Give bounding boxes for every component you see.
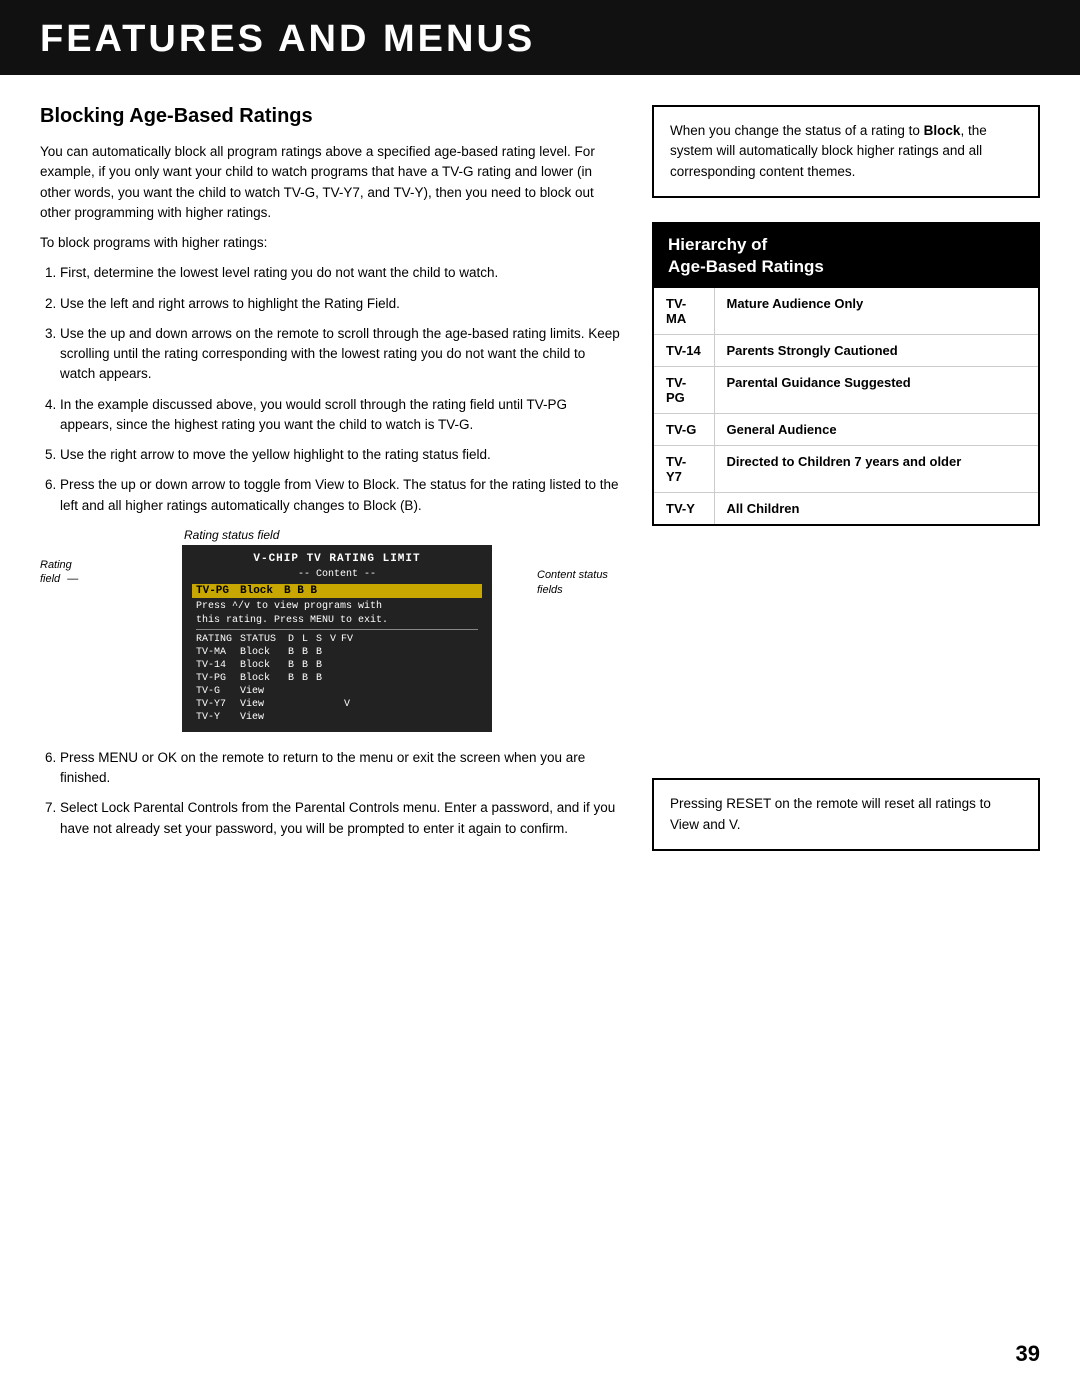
hierarchy-box: Hierarchy of Age-Based Ratings TV-MAMatu…: [652, 222, 1040, 526]
info-line2: this rating. Press MENU to exit.: [192, 615, 482, 626]
highlight-cols: B B B: [284, 585, 317, 597]
table-row: TV-YView: [192, 711, 482, 724]
table-row: TV-GView: [192, 685, 482, 698]
rating-code: TV-G: [654, 413, 714, 445]
content-status-label: Content statusfields: [537, 568, 622, 599]
left-column: Blocking Age-Based Ratings You can autom…: [40, 105, 622, 851]
step-5: Use the right arrow to move the yellow h…: [60, 445, 622, 465]
step-4: In the example discussed above, you woul…: [60, 395, 622, 436]
table-row: TV-14Block BBB: [192, 659, 482, 672]
rating-description: Directed to Children 7 years and older: [714, 445, 1038, 492]
table-row: TV-PGBlock BBB: [192, 672, 482, 685]
table-row: TV-MABlock BBB: [192, 646, 482, 659]
main-content: Blocking Age-Based Ratings You can autom…: [0, 105, 1080, 851]
hierarchy-row: TV-PGParental Guidance Suggested: [654, 366, 1038, 413]
right-column: When you change the status of a rating t…: [652, 105, 1040, 851]
table-row: TV-Y7View V: [192, 698, 482, 711]
separator: [196, 629, 478, 630]
intro-paragraph: You can automatically block all program …: [40, 142, 622, 223]
steps-list-continued: Press MENU or OK on the remote to return…: [60, 748, 622, 839]
step-2: Use the left and right arrows to highlig…: [60, 294, 622, 314]
hierarchy-row: TV-GGeneral Audience: [654, 413, 1038, 445]
step-1: First, determine the lowest level rating…: [60, 263, 622, 283]
screen-title: V-CHIP TV RATING LIMIT: [192, 553, 482, 565]
info-line1: Press ^/v to view programs with: [192, 601, 482, 612]
step-5b: Press the up or down arrow to toggle fro…: [60, 475, 622, 516]
diagram-label-top: Rating status field: [184, 528, 532, 542]
rating-description: Parental Guidance Suggested: [714, 366, 1038, 413]
rating-code: TV-PG: [654, 366, 714, 413]
hierarchy-header: Hierarchy of Age-Based Ratings: [654, 224, 1038, 288]
hierarchy-table: TV-MAMature Audience OnlyTV-14Parents St…: [654, 288, 1038, 524]
rating-field-label: Ratingfield —: [40, 558, 105, 587]
reset-note-box: Pressing RESET on the remote will reset …: [652, 778, 1040, 851]
page-header: FEATURES AND MENUS: [0, 0, 1080, 75]
hierarchy-row: TV-14Parents Strongly Cautioned: [654, 334, 1038, 366]
highlight-row: TV-PG Block B B B: [192, 584, 482, 598]
rating-code: TV-MA: [654, 288, 714, 335]
page-number: 39: [1016, 1341, 1040, 1367]
hierarchy-row: TV-YAll Children: [654, 492, 1038, 524]
tv-screen: V-CHIP TV RATING LIMIT -- Content -- TV-…: [182, 545, 492, 732]
hierarchy-row: TV-Y7Directed to Children 7 years and ol…: [654, 445, 1038, 492]
sub-paragraph: To block programs with higher ratings:: [40, 233, 622, 253]
col-header-row: RATING STATUS D L S V FV: [192, 633, 482, 646]
rating-description: General Audience: [714, 413, 1038, 445]
screen-subtitle: -- Content --: [192, 569, 482, 580]
highlight-status: Block: [240, 585, 284, 597]
steps-list: First, determine the lowest level rating…: [60, 263, 622, 516]
note-text: When you change the status of a rating t…: [670, 123, 987, 179]
diagram-wrapper: Rating status field Ratingfield — V-CHIP…: [40, 528, 622, 732]
section-title: Blocking Age-Based Ratings: [40, 105, 622, 128]
rating-description: All Children: [714, 492, 1038, 524]
rating-description: Mature Audience Only: [714, 288, 1038, 335]
rating-code: TV-Y7: [654, 445, 714, 492]
rating-code: TV-Y: [654, 492, 714, 524]
highlight-rating: TV-PG: [196, 585, 240, 597]
step-7: Select Lock Parental Controls from the P…: [60, 798, 622, 839]
rating-description: Parents Strongly Cautioned: [714, 334, 1038, 366]
hierarchy-row: TV-MAMature Audience Only: [654, 288, 1038, 335]
rating-code: TV-14: [654, 334, 714, 366]
step-3: Use the up and down arrows on the remote…: [60, 324, 622, 385]
step-6: Press MENU or OK on the remote to return…: [60, 748, 622, 789]
page-title: FEATURES AND MENUS: [40, 18, 1040, 61]
reset-text: Pressing RESET on the remote will reset …: [670, 796, 991, 831]
note-box-top: When you change the status of a rating t…: [652, 105, 1040, 198]
